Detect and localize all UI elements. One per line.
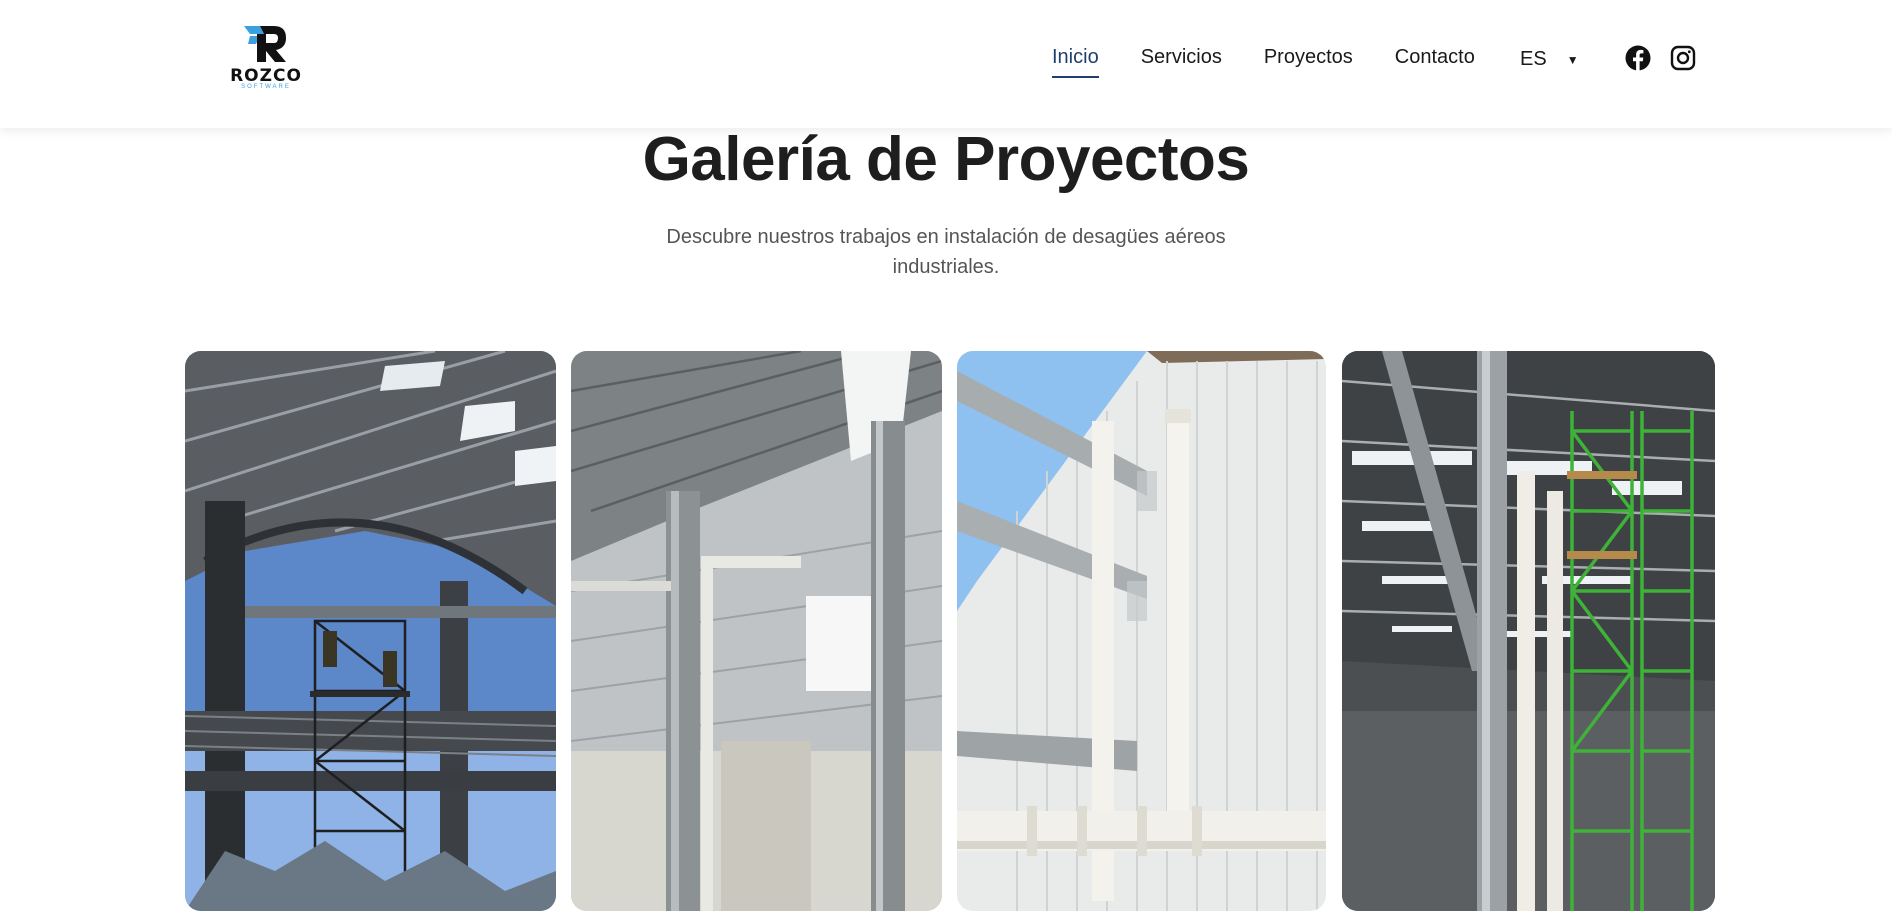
page-subtitle: Descubre nuestros trabajos en instalació… [666,226,1226,278]
logo-text: ROZCO [230,66,302,86]
logo-subtext: SOFTWARE [241,84,291,90]
rozco-logo[interactable]: ROZCO SOFTWARE [230,22,302,92]
instagram-icon[interactable] [1670,45,1696,71]
nav-inicio[interactable]: Inicio [1052,46,1099,78]
logo-mark [244,26,286,62]
facebook-icon[interactable] [1625,45,1651,71]
gallery-photo-4[interactable] [1342,351,1715,911]
project-photo [185,351,556,911]
nav-proyectos[interactable]: Proyectos [1264,46,1353,73]
language-selector[interactable]: ES ▼ [1520,48,1579,71]
language-value: ES [1520,48,1547,70]
gallery-photo-3[interactable] [957,351,1326,911]
caret-down-icon: ▼ [1566,52,1579,67]
main-nav: Inicio Servicios Proyectos Contacto [1052,44,1517,78]
nav-contacto[interactable]: Contacto [1395,46,1475,73]
nav-servicios[interactable]: Servicios [1141,46,1222,73]
page-title: Galería de Proyectos [642,125,1250,194]
gallery-photo-1[interactable] [185,351,556,911]
gallery-photo-2[interactable] [571,351,942,911]
project-photo [571,351,942,911]
site-header: ROZCO SOFTWARE Inicio Servicios Proyecto… [0,0,1892,128]
project-photo [957,351,1326,911]
project-photo [1342,351,1715,911]
